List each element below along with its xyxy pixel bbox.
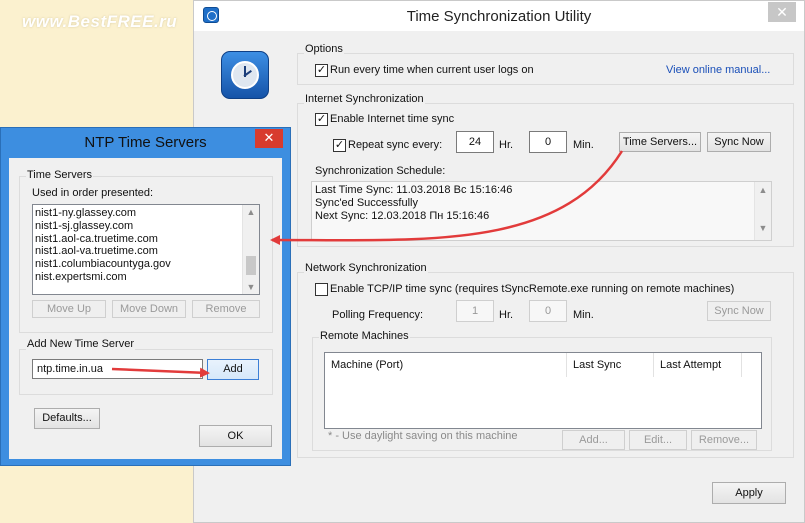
annotation-arrows (111, 150, 624, 378)
arrow-to-add-button (111, 367, 210, 378)
arrow-to-server-list (270, 150, 624, 246)
